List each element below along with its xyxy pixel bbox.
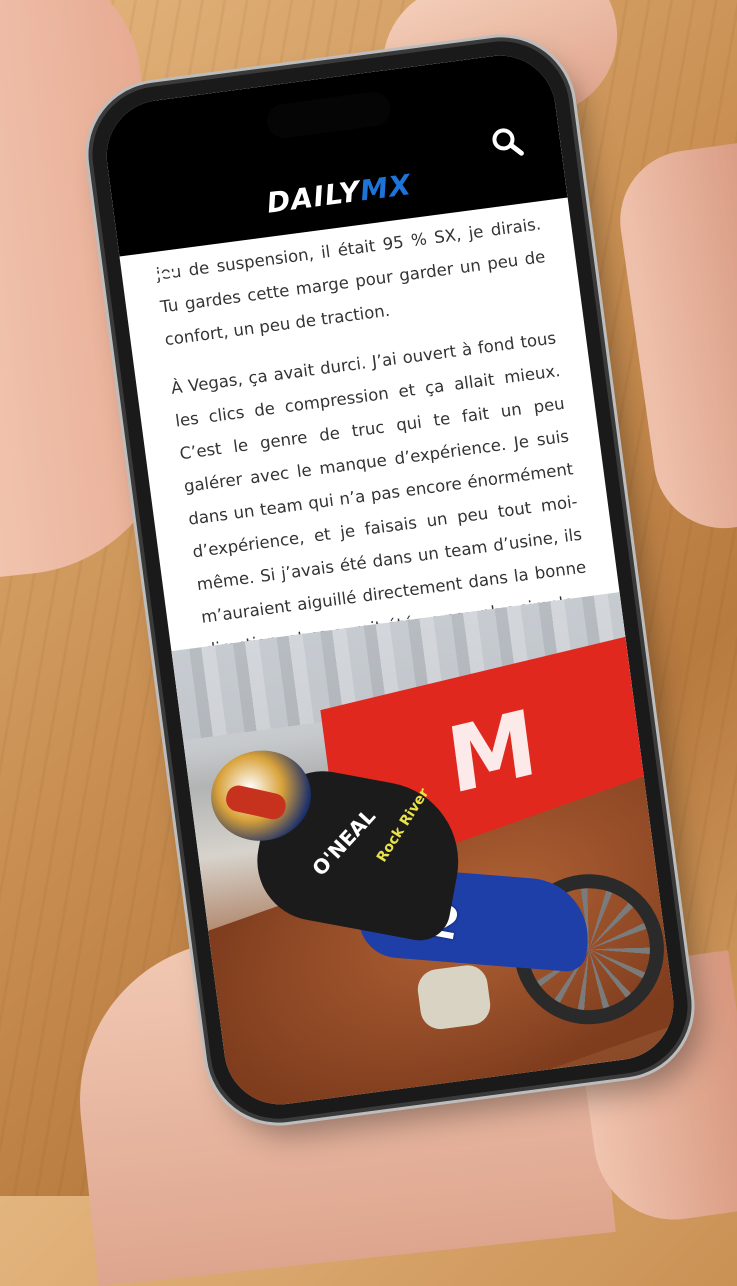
article-photo: M 992 O'NEAL Rock River bbox=[171, 592, 681, 1112]
photo-banner-mark: M bbox=[441, 690, 543, 816]
logo-accent: MX bbox=[358, 167, 414, 208]
photo-boot bbox=[415, 962, 493, 1032]
logo-primary: DAILY bbox=[264, 174, 363, 220]
menu-button[interactable] bbox=[146, 271, 179, 299]
hamburger-line bbox=[147, 280, 178, 289]
